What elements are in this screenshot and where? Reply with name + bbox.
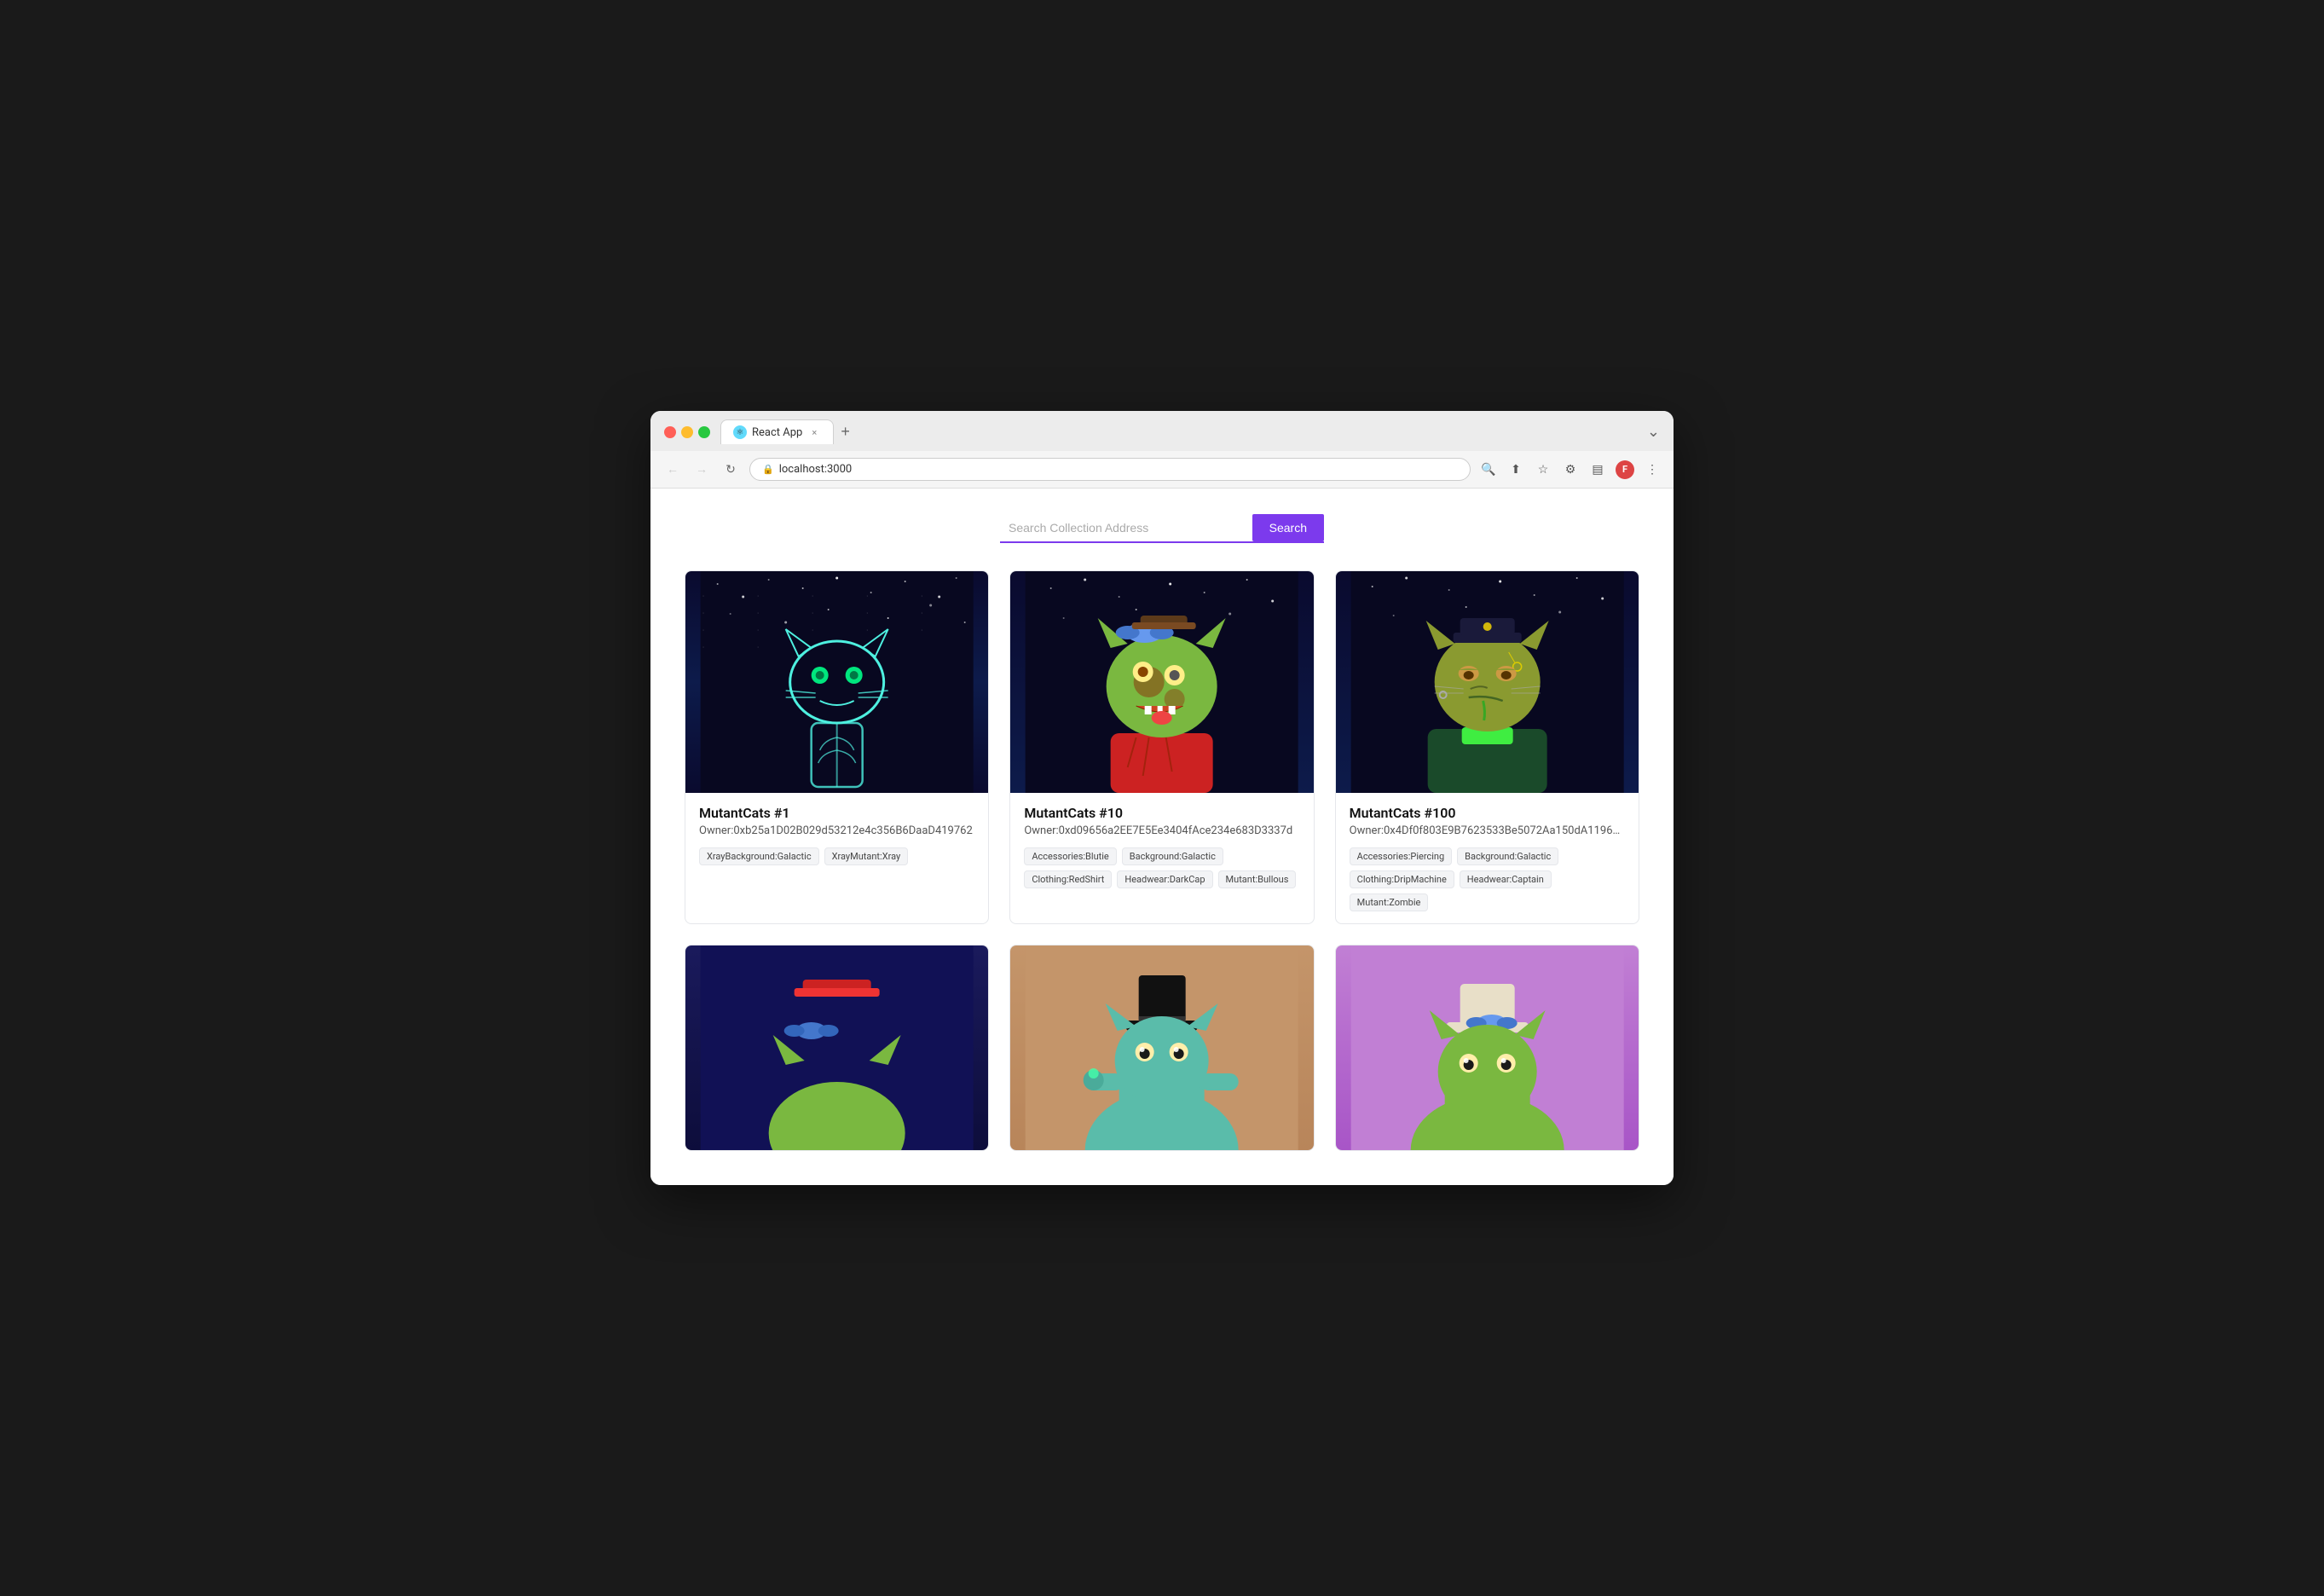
tab-expand-icon[interactable]: ⌄ <box>1647 423 1660 441</box>
nft-image-6 <box>1336 945 1639 1150</box>
nft-traits-1: XrayBackground:Galactic XrayMutant:Xray <box>699 847 974 865</box>
nft-image-3 <box>1336 571 1639 793</box>
toolbar-icons: 🔍 ⬆ ☆ ⚙ ▤ F ⋮ <box>1479 460 1662 479</box>
nft-name-3: MutantCats #100 <box>1350 805 1625 821</box>
search-container: Search <box>685 514 1639 543</box>
nft-card[interactable] <box>685 945 989 1151</box>
share-icon[interactable]: ⬆ <box>1506 460 1525 479</box>
trait-badge: Headwear:Captain <box>1460 870 1552 888</box>
tab-bar: ⚛ React App × + ⌄ <box>720 419 1660 444</box>
nft-card[interactable] <box>1009 945 1314 1151</box>
trait-badge: Background:Galactic <box>1122 847 1223 865</box>
profile-avatar[interactable]: F <box>1616 460 1634 479</box>
maximize-button[interactable] <box>698 426 710 438</box>
nft-info-2: MutantCats #10 Owner:0xd09656a2EE7E5Ee34… <box>1010 793 1313 900</box>
address-bar: ← → ↻ 🔒 localhost:3000 🔍 ⬆ ☆ ⚙ ▤ F ⋮ <box>650 451 1674 489</box>
reload-button[interactable]: ↻ <box>720 460 741 480</box>
nft-traits-3: Accessories:Piercing Background:Galactic… <box>1350 847 1625 911</box>
nft-image-5 <box>1010 945 1313 1150</box>
nft-info-3: MutantCats #100 Owner:0x4Df0f803E9B76235… <box>1336 793 1639 923</box>
nft-card[interactable] <box>1335 945 1639 1151</box>
nft-grid: MutantCats #1 Owner:0xb25a1D02B029d53212… <box>685 570 1639 1151</box>
trait-badge: XrayMutant:Xray <box>824 847 909 865</box>
bookmark-icon[interactable]: ☆ <box>1534 460 1552 479</box>
close-button[interactable] <box>664 426 676 438</box>
trait-badge: Headwear:DarkCap <box>1117 870 1212 888</box>
active-tab[interactable]: ⚛ React App × <box>720 419 834 444</box>
app-content: Search <box>650 489 1674 1185</box>
nft-card[interactable]: MutantCats #1 Owner:0xb25a1D02B029d53212… <box>685 570 989 924</box>
nft-name-1: MutantCats #1 <box>699 805 974 821</box>
traffic-lights <box>664 426 710 438</box>
nft-image-4 <box>685 945 988 1150</box>
search-button[interactable]: Search <box>1252 514 1324 541</box>
tab-title: React App <box>752 426 802 439</box>
trait-badge: XrayBackground:Galactic <box>699 847 819 865</box>
trait-badge: Clothing:RedShirt <box>1024 870 1112 888</box>
trait-badge: Accessories:Blutie <box>1024 847 1116 865</box>
nft-owner-3: Owner:0x4Df0f803E9B7623533Be5072Aa150dA1… <box>1350 824 1625 837</box>
nft-owner-1: Owner:0xb25a1D02B029d53212e4c356B6DaaD41… <box>699 824 974 837</box>
url-text: localhost:3000 <box>779 463 853 476</box>
forward-button[interactable]: → <box>691 460 712 480</box>
sidebar-icon[interactable]: ▤ <box>1588 460 1607 479</box>
trait-badge: Mutant:Zombie <box>1350 893 1429 911</box>
nft-card[interactable]: MutantCats #10 Owner:0xd09656a2EE7E5Ee34… <box>1009 570 1314 924</box>
lock-icon: 🔒 <box>762 464 774 475</box>
more-options-icon[interactable]: ⋮ <box>1643 460 1662 479</box>
url-bar[interactable]: 🔒 localhost:3000 <box>749 458 1471 481</box>
trait-badge: Background:Galactic <box>1457 847 1558 865</box>
nft-card[interactable]: MutantCats #100 Owner:0x4Df0f803E9B76235… <box>1335 570 1639 924</box>
tab-close-button[interactable]: × <box>807 425 821 439</box>
nft-name-2: MutantCats #10 <box>1024 805 1299 821</box>
search-wrapper: Search <box>1000 514 1324 543</box>
nft-info-1: MutantCats #1 Owner:0xb25a1D02B029d53212… <box>685 793 988 877</box>
title-bar: ⚛ React App × + ⌄ <box>650 411 1674 451</box>
nft-traits-2: Accessories:Blutie Background:Galactic C… <box>1024 847 1299 888</box>
minimize-button[interactable] <box>681 426 693 438</box>
browser-window: ⚛ React App × + ⌄ ← → ↻ 🔒 localhost:3000… <box>650 411 1674 1185</box>
nft-image-2 <box>1010 571 1313 793</box>
trait-badge: Accessories:Piercing <box>1350 847 1453 865</box>
new-tab-button[interactable]: + <box>837 423 853 441</box>
extensions-icon[interactable]: ⚙ <box>1561 460 1580 479</box>
tab-favicon: ⚛ <box>733 425 747 439</box>
trait-badge: Mutant:Bullous <box>1218 870 1297 888</box>
nft-image-1 <box>685 571 988 793</box>
search-toolbar-icon[interactable]: 🔍 <box>1479 460 1498 479</box>
back-button[interactable]: ← <box>662 460 683 480</box>
trait-badge: Clothing:DripMachine <box>1350 870 1454 888</box>
nft-owner-2: Owner:0xd09656a2EE7E5Ee3404fAce234e683D3… <box>1024 824 1299 837</box>
search-input[interactable] <box>1000 514 1252 541</box>
